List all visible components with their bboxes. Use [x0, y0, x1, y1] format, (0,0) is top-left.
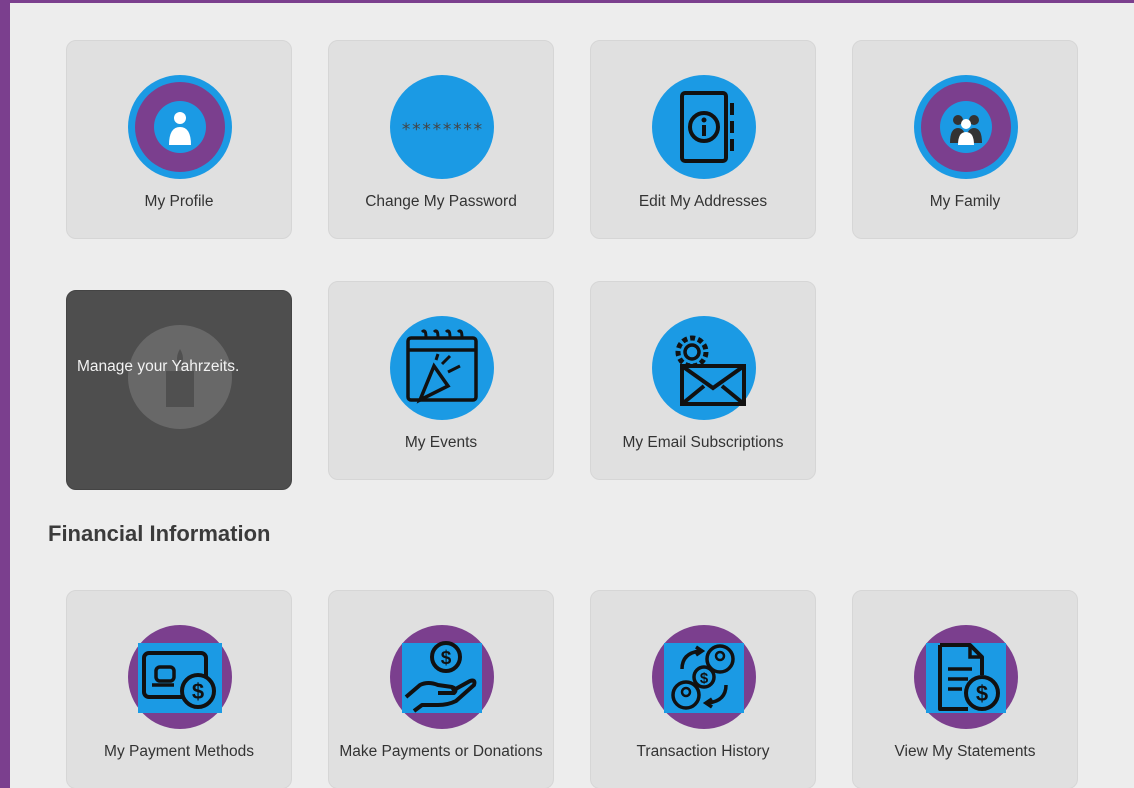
transaction-exchange-icon: $	[652, 625, 756, 729]
password-icon: ********	[390, 75, 494, 179]
card-label: Change My Password	[365, 193, 517, 210]
view-statements-card[interactable]: $ View My Statements	[852, 590, 1078, 788]
my-events-card[interactable]: My Events	[328, 281, 554, 480]
card-label: My Profile	[144, 193, 214, 210]
financial-section-title: Financial Information	[48, 521, 271, 546]
card-label: Edit My Addresses	[638, 193, 768, 210]
svg-text:$: $	[441, 648, 452, 669]
statement-dollar-icon: $	[914, 625, 1018, 729]
candle-icon	[128, 325, 232, 429]
card-label: Make Payments or Donations	[339, 743, 543, 760]
card-label: Transaction History	[636, 743, 770, 760]
yahrzeits-overlay-text: Manage your Yahrzeits.	[77, 358, 240, 375]
address-book-icon	[652, 75, 756, 179]
svg-text:$: $	[976, 681, 988, 706]
main-content: My Profile ******** Change My Password E…	[10, 0, 1134, 788]
user-icon	[128, 75, 232, 179]
password-mask-text: ********	[401, 120, 483, 140]
card-label: View My Statements	[894, 743, 1036, 760]
yahrzeits-card[interactable]: Manage your Yahrzeits.	[66, 290, 292, 490]
card-label: My Email Subscriptions	[622, 434, 784, 451]
my-family-card[interactable]: My Family	[852, 40, 1078, 239]
change-password-card[interactable]: ******** Change My Password	[328, 40, 554, 239]
svg-text:$: $	[700, 670, 709, 687]
transaction-history-card[interactable]: $ Transaction History	[590, 590, 816, 788]
calendar-party-icon	[390, 316, 494, 420]
payment-methods-card[interactable]: $ My Payment Methods	[66, 590, 292, 788]
family-icon	[914, 75, 1018, 179]
svg-text:$: $	[192, 679, 204, 704]
wallet-dollar-icon: $	[128, 625, 232, 729]
my-profile-card[interactable]: My Profile	[66, 40, 292, 239]
hand-dollar-icon: $	[390, 625, 494, 729]
edit-addresses-card[interactable]: Edit My Addresses	[590, 40, 816, 239]
card-label: My Family	[929, 193, 1001, 210]
card-label: My Payment Methods	[104, 743, 254, 760]
email-gear-icon	[652, 316, 756, 420]
email-subscriptions-card[interactable]: My Email Subscriptions	[590, 281, 816, 480]
make-payments-card[interactable]: $ Make Payments or Donations	[328, 590, 554, 788]
card-label: My Events	[404, 434, 478, 451]
